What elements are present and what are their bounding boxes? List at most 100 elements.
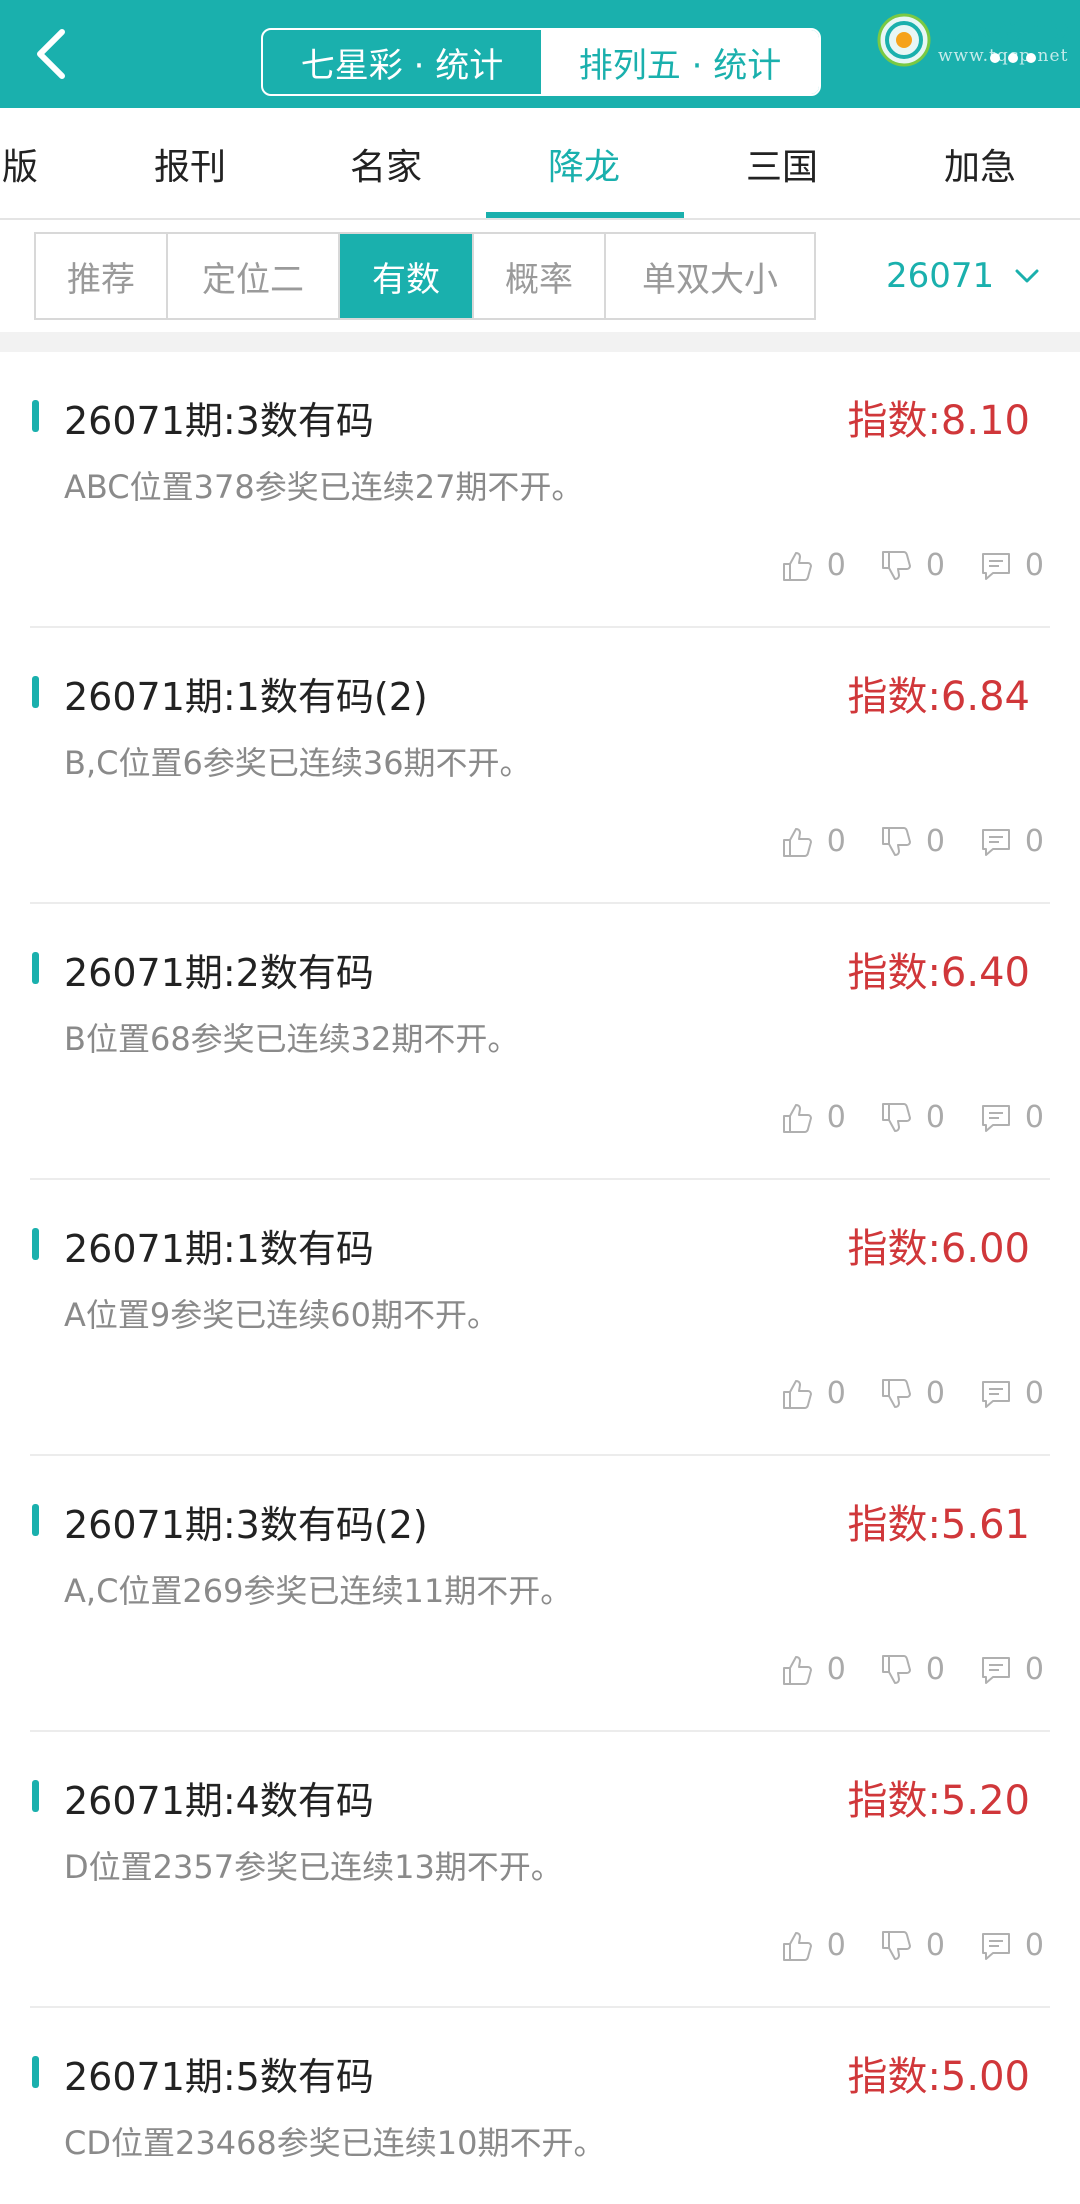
accent-bar <box>32 400 39 432</box>
period-select[interactable]: 26071 <box>886 248 1042 304</box>
item-score: 指数:6.84 <box>847 674 1030 720</box>
filter-gailv[interactable]: 概率 <box>474 234 606 318</box>
dislike-count: 0 <box>925 548 945 583</box>
thumbs-up-icon <box>782 1103 812 1133</box>
comment-count: 0 <box>1024 1928 1044 1963</box>
item-actions: 0 0 0 <box>781 1652 1044 1687</box>
dislike-count: 0 <box>925 1100 945 1135</box>
like-button[interactable]: 0 <box>781 1928 846 1963</box>
accent-bar <box>32 1504 39 1536</box>
like-button[interactable]: 0 <box>781 824 846 859</box>
item-title: 26071期:3数有码 <box>64 399 374 443</box>
back-button[interactable] <box>22 22 86 86</box>
item-description: A,C位置269参奖已连续11期不开。 <box>64 1572 573 1610</box>
item-title: 26071期:5数有码 <box>64 2055 374 2099</box>
like-button[interactable]: 0 <box>781 1100 846 1135</box>
tab-xianglong[interactable]: 降龙 <box>494 108 674 220</box>
list-item[interactable]: 26071期:5数有码 指数:5.00 CD位置23468参奖已连续10期不开。… <box>30 2008 1050 2204</box>
period-value: 26071 <box>886 256 995 296</box>
comment-button[interactable]: 0 <box>979 1376 1044 1411</box>
like-count: 0 <box>826 1928 846 1963</box>
tab-jiaji[interactable]: 加急 <box>890 108 1070 220</box>
item-score: 指数:8.10 <box>847 398 1030 444</box>
item-actions: 0 0 0 <box>781 1928 1044 1963</box>
comment-icon <box>981 1380 1010 1408</box>
segment-pailiewu[interactable]: 排列五 · 统计 <box>541 30 819 94</box>
dislike-button[interactable]: 0 <box>880 548 945 583</box>
item-score: 指数:5.20 <box>847 1778 1030 1824</box>
list-item[interactable]: 26071期:1数有码 指数:6.00 A位置9参奖已连续60期不开。 0 0 <box>30 1180 1050 1456</box>
comment-count: 0 <box>1024 1100 1044 1135</box>
filter-dingweier[interactable]: 定位二 <box>168 234 340 318</box>
comment-button[interactable]: 0 <box>979 1928 1044 1963</box>
comment-button[interactable]: 0 <box>979 1100 1044 1135</box>
tab-baokan[interactable]: 报刊 <box>100 108 280 220</box>
comment-icon <box>981 1656 1010 1684</box>
thumbs-down-icon <box>881 550 911 580</box>
item-actions: 0 0 0 <box>781 824 1044 859</box>
thumbs-down-icon <box>881 1102 911 1132</box>
dislike-button[interactable]: 0 <box>880 1928 945 1963</box>
app-header: 七星彩 · 统计 排列五 · 统计 特区彩票网 www.tqcp.net <box>0 0 1080 108</box>
list-item[interactable]: 26071期:4数有码 指数:5.20 D位置2357参奖已连续13期不开。 0… <box>30 1732 1050 2008</box>
dislike-count: 0 <box>925 824 945 859</box>
dislike-button[interactable]: 0 <box>880 1376 945 1411</box>
site-logo: 特区彩票网 www.tqcp.net <box>876 6 1078 76</box>
thumbs-up-icon <box>782 827 812 857</box>
item-description: D位置2357参奖已连续13期不开。 <box>64 1848 563 1886</box>
list-item[interactable]: 26071期:2数有码 指数:6.40 B位置68参奖已连续32期不开。 0 0 <box>30 904 1050 1180</box>
dislike-count: 0 <box>925 1652 945 1687</box>
item-actions: 0 0 0 <box>781 548 1044 583</box>
item-score: 指数:5.00 <box>847 2054 1030 2100</box>
active-tab-indicator <box>486 212 684 218</box>
filter-tuijian[interactable]: 推荐 <box>36 234 168 318</box>
dot <box>1008 53 1018 63</box>
like-count: 0 <box>826 1652 846 1687</box>
dislike-button[interactable]: 0 <box>880 1100 945 1135</box>
dislike-button[interactable]: 0 <box>880 1652 945 1687</box>
like-button[interactable]: 0 <box>781 1652 846 1687</box>
item-title: 26071期:2数有码 <box>64 951 374 995</box>
comment-button[interactable]: 0 <box>979 548 1044 583</box>
thumbs-down-icon <box>881 1654 911 1684</box>
item-title: 26071期:1数有码(2) <box>64 675 428 719</box>
thumbs-up-icon <box>782 1655 812 1685</box>
item-description: A位置9参奖已连续60期不开。 <box>64 1296 499 1334</box>
filter-danshuangdaxiao[interactable]: 单双大小 <box>606 234 814 318</box>
lottery-switch: 七星彩 · 统计 排列五 · 统计 <box>261 28 821 96</box>
like-count: 0 <box>826 1376 846 1411</box>
thumbs-up-icon <box>782 1379 812 1409</box>
comment-button[interactable]: 0 <box>979 824 1044 859</box>
item-actions: 0 0 0 <box>781 1376 1044 1411</box>
item-description: B位置68参奖已连续32期不开。 <box>64 1020 520 1058</box>
filter-youshu[interactable]: 有数 <box>340 234 474 318</box>
more-menu-button[interactable] <box>990 53 1036 63</box>
comment-button[interactable]: 0 <box>979 1652 1044 1687</box>
thumbs-down-icon <box>881 826 911 856</box>
like-button[interactable]: 0 <box>781 548 846 583</box>
item-description: CD位置23468参奖已连续10期不开。 <box>64 2124 606 2162</box>
thumbs-up-icon <box>782 551 812 581</box>
like-button[interactable]: 0 <box>781 1376 846 1411</box>
dislike-button[interactable]: 0 <box>880 824 945 859</box>
thumbs-up-icon <box>782 1931 812 1961</box>
tab-ban[interactable]: 版 <box>0 108 80 220</box>
filter-bar: 推荐 定位二 有数 概率 单双大小 <box>34 232 816 320</box>
list-item[interactable]: 26071期:1数有码(2) 指数:6.84 B,C位置6参奖已连续36期不开。… <box>30 628 1050 904</box>
dislike-count: 0 <box>925 1928 945 1963</box>
item-description: ABC位置378参奖已连续27期不开。 <box>64 468 584 506</box>
comment-icon <box>981 552 1010 580</box>
list-item[interactable]: 26071期:3数有码(2) 指数:5.61 A,C位置269参奖已连续11期不… <box>30 1456 1050 1732</box>
list-item[interactable]: 26071期:3数有码 指数:8.10 ABC位置378参奖已连续27期不开。 … <box>30 352 1050 628</box>
tab-mingjia[interactable]: 名家 <box>296 108 476 220</box>
comment-count: 0 <box>1024 1652 1044 1687</box>
segment-qixingcai[interactable]: 七星彩 · 统计 <box>263 30 541 94</box>
thumbs-down-icon <box>881 1378 911 1408</box>
comment-count: 0 <box>1024 1376 1044 1411</box>
tab-sanguo[interactable]: 三国 <box>692 108 872 220</box>
comment-icon <box>981 828 1010 856</box>
section-divider <box>0 332 1080 352</box>
item-description: B,C位置6参奖已连续36期不开。 <box>64 744 532 782</box>
accent-bar <box>32 1228 39 1260</box>
comment-count: 0 <box>1024 548 1044 583</box>
